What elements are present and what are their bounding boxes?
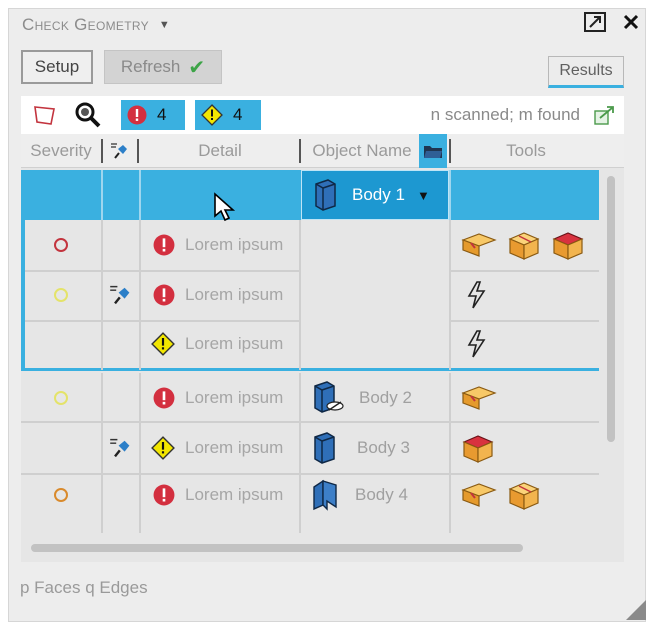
- chevron-down-icon[interactable]: ▼: [417, 188, 430, 203]
- pushpin-icon[interactable]: [109, 436, 133, 460]
- results-tab-label: Results: [559, 62, 613, 79]
- detail-text: Lorem ipsum: [185, 485, 284, 504]
- column-tools[interactable]: Tools: [453, 134, 599, 168]
- error-icon: [153, 387, 175, 408]
- table-row[interactable]: Lorem ipsum Body 3: [21, 423, 599, 473]
- hidden-body-icon: [314, 380, 344, 413]
- detail-text: Lorem ipsum: [185, 438, 284, 457]
- warning-count: 4: [233, 105, 243, 124]
- tool-cube-icon[interactable]: [507, 479, 541, 511]
- object-name-cell[interactable]: Body 2: [301, 373, 449, 422]
- error-count-badge[interactable]: 4: [121, 100, 185, 130]
- lightning-icon[interactable]: [465, 280, 487, 310]
- table-row[interactable]: Body 1 ▼: [21, 170, 599, 222]
- error-count: 4: [157, 105, 167, 124]
- export-icon[interactable]: [593, 104, 617, 126]
- checkmark-icon: ✔: [188, 56, 206, 79]
- table-row[interactable]: Lorem ipsum: [21, 220, 599, 270]
- refresh-button[interactable]: Refresh ✔: [104, 50, 222, 84]
- warning-icon: [201, 104, 223, 126]
- column-object-name[interactable]: Object Name: [305, 134, 419, 168]
- detail-text: Lorem ipsum: [185, 235, 284, 254]
- vertical-scrollbar[interactable]: [607, 176, 615, 442]
- column-divider[interactable]: [137, 139, 139, 163]
- tool-cube-icon[interactable]: [461, 230, 497, 260]
- object-name-cell[interactable]: Body 3: [301, 423, 449, 473]
- column-divider[interactable]: [101, 139, 103, 163]
- magnifier-icon[interactable]: [73, 100, 103, 130]
- status-footer: p Faces q Edges: [20, 578, 148, 597]
- detail-text: Lorem ipsum: [185, 387, 284, 407]
- error-icon: [127, 105, 147, 125]
- warning-count-badge[interactable]: 4: [195, 100, 261, 130]
- error-icon: [153, 234, 175, 256]
- column-detail[interactable]: Detail: [141, 134, 299, 168]
- table-row[interactable]: Lorem ipsum: [21, 320, 599, 368]
- results-toolbar: 4 4 n scanned; m found: [21, 96, 624, 134]
- tool-cube-icon[interactable]: [461, 383, 497, 413]
- tool-cube-icon[interactable]: [461, 480, 497, 510]
- scan-status: n scanned; m found: [430, 105, 580, 124]
- severity-error-indicator: [54, 238, 68, 252]
- table-row[interactable]: Lorem ipsum Body 4: [21, 475, 599, 515]
- object-name: Body 1: [352, 185, 405, 204]
- table-row[interactable]: Lorem ipsum: [21, 270, 599, 320]
- horizontal-scrollbar[interactable]: [31, 544, 523, 552]
- setup-button-label: Setup: [34, 57, 80, 76]
- object-name: Body 4: [355, 485, 408, 504]
- warning-icon: [151, 332, 175, 356]
- lightning-icon[interactable]: [465, 329, 487, 359]
- chevron-down-icon[interactable]: ▼: [159, 19, 170, 31]
- results-area: 4 4 n scanned; m found Severity Detail O…: [21, 96, 624, 562]
- column-severity[interactable]: Severity: [21, 134, 101, 168]
- pushpin-icon[interactable]: [109, 283, 133, 307]
- resize-grip-icon[interactable]: [626, 600, 646, 620]
- setup-button[interactable]: Setup: [21, 50, 93, 84]
- tool-cube-icon[interactable]: [461, 432, 495, 464]
- detail-text: Lorem ipsum: [185, 334, 284, 353]
- object-name: Body 3: [357, 438, 410, 457]
- severity-orange-indicator: [54, 488, 68, 502]
- column-header-row: Severity Detail Object Name Tools: [21, 134, 624, 168]
- expand-arrow-icon[interactable]: [582, 11, 608, 33]
- severity-warning-indicator: [54, 390, 68, 405]
- severity-warning-indicator: [54, 288, 68, 302]
- object-name-cell[interactable]: Body 4: [301, 475, 449, 515]
- detail-text: Lorem ipsum: [185, 285, 284, 304]
- face-outline-icon[interactable]: [31, 101, 59, 129]
- column-divider[interactable]: [449, 139, 451, 163]
- tool-cube-icon[interactable]: [507, 229, 541, 261]
- object-name-cell[interactable]: Body 1 ▼: [301, 170, 449, 220]
- sheet-body-icon: [313, 479, 337, 511]
- body-box-icon: [314, 432, 335, 464]
- body-box-icon: [315, 179, 336, 211]
- tool-cube-icon[interactable]: [551, 229, 585, 261]
- panel-title[interactable]: Check Geometry ▼: [22, 14, 170, 36]
- table-row[interactable]: Lorem ipsum Body 2: [21, 373, 599, 422]
- pushpin-icon[interactable]: [105, 134, 135, 168]
- results-tab[interactable]: Results: [548, 56, 624, 88]
- object-name: Body 2: [359, 387, 412, 407]
- selected-group: Body 1 ▼ Lorem ipsum Lorem ipsum Lorem i…: [21, 170, 599, 371]
- close-icon[interactable]: [618, 11, 644, 33]
- refresh-button-label: Refresh: [120, 57, 181, 76]
- warning-icon: [151, 436, 175, 460]
- error-icon: [153, 284, 175, 306]
- folder-icon[interactable]: [419, 134, 447, 168]
- error-icon: [153, 484, 175, 506]
- column-divider[interactable]: [299, 139, 301, 163]
- panel-title-text: Check Geometry: [22, 15, 149, 34]
